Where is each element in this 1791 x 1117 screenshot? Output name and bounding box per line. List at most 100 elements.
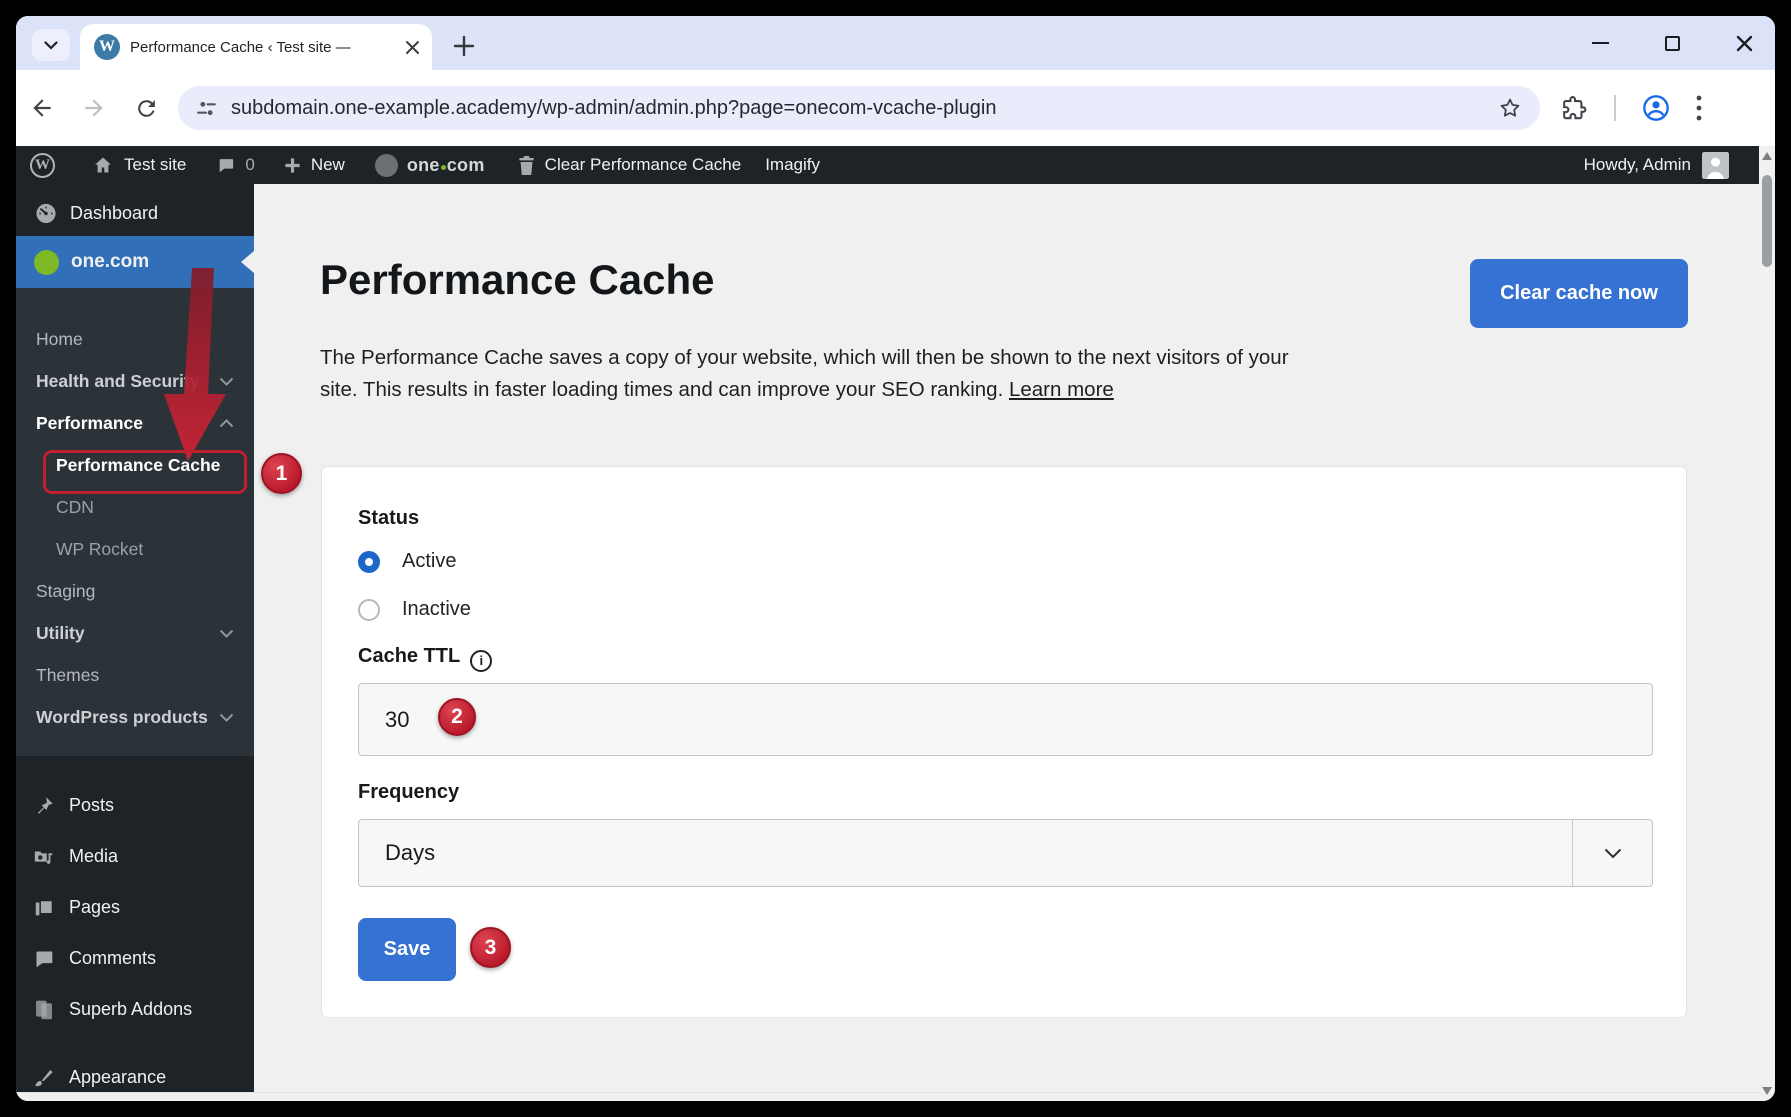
comment-count: 0 bbox=[245, 155, 254, 175]
page-title: Performance Cache bbox=[320, 256, 715, 304]
info-icon[interactable]: i bbox=[470, 650, 492, 672]
plus-icon bbox=[453, 35, 475, 57]
save-button[interactable]: Save bbox=[358, 918, 456, 981]
reload-icon bbox=[134, 96, 159, 121]
trash-icon bbox=[517, 155, 536, 176]
tab-close-icon[interactable] bbox=[405, 40, 420, 55]
frequency-value: Days bbox=[359, 840, 1572, 866]
admin-bar-clear-cache[interactable]: Clear Performance Cache bbox=[517, 155, 742, 176]
frequency-label: Frequency bbox=[358, 781, 459, 804]
reload-button[interactable] bbox=[120, 96, 172, 121]
onecom-logo-icon bbox=[375, 154, 398, 177]
cache-ttl-input[interactable] bbox=[358, 683, 1653, 756]
sidebar-item-posts[interactable]: Posts bbox=[16, 780, 254, 831]
sidebar-item-dashboard[interactable]: Dashboard bbox=[16, 190, 254, 236]
dashboard-icon bbox=[34, 202, 58, 225]
admin-bar-account[interactable]: Howdy, Admin bbox=[1584, 152, 1759, 179]
admin-bar-comments[interactable]: 0 bbox=[216, 155, 254, 175]
sidebar-item-label: one.com bbox=[71, 251, 149, 273]
status-option-inactive[interactable]: Inactive bbox=[358, 598, 471, 621]
radio-unselected-icon[interactable] bbox=[358, 599, 380, 621]
address-bar[interactable]: subdomain.one-example.academy/wp-admin/a… bbox=[178, 86, 1540, 130]
select-chevron-zone[interactable] bbox=[1572, 820, 1652, 886]
profile-icon[interactable] bbox=[1642, 94, 1670, 122]
site-name: Test site bbox=[124, 155, 186, 175]
pushpin-icon bbox=[32, 795, 56, 817]
sidebar-item-label: Dashboard bbox=[70, 203, 158, 224]
wp-admin-bar: W Test site 0 New onecom Clear Performan… bbox=[16, 146, 1759, 184]
annotation-step-3: 3 bbox=[470, 927, 511, 968]
close-button[interactable] bbox=[1736, 35, 1753, 52]
learn-more-link[interactable]: Learn more bbox=[1009, 378, 1114, 401]
annotation-step-1: 1 bbox=[261, 453, 302, 494]
menu-kebab-icon[interactable] bbox=[1696, 95, 1702, 121]
bookmark-star-icon[interactable] bbox=[1498, 96, 1522, 120]
chevron-down-icon bbox=[1604, 848, 1622, 859]
comment-bubble-icon bbox=[216, 156, 236, 175]
sidebar-item-staging[interactable]: Staging bbox=[16, 570, 254, 612]
scroll-up-icon[interactable] bbox=[1759, 152, 1775, 160]
browser-tab[interactable]: W Performance Cache ‹ Test site — bbox=[80, 24, 432, 70]
comment-bubble-icon bbox=[32, 949, 56, 969]
onecom-green-icon bbox=[34, 250, 59, 275]
sidebar-item-wp-rocket[interactable]: WP Rocket bbox=[16, 528, 254, 570]
browser-titlebar: W Performance Cache ‹ Test site — bbox=[16, 16, 1775, 70]
chevron-down-icon bbox=[44, 41, 58, 50]
extensions-icon[interactable] bbox=[1562, 95, 1588, 121]
annotation-arrow bbox=[158, 268, 248, 464]
sidebar-item-wordpress-products[interactable]: WordPress products bbox=[16, 696, 254, 738]
frequency-select[interactable]: Days bbox=[358, 819, 1653, 887]
admin-bar-site-link[interactable]: Test site bbox=[91, 155, 186, 175]
radio-selected-icon[interactable] bbox=[358, 551, 380, 573]
onecom-label: onecom bbox=[407, 155, 485, 176]
annotation-box-step1 bbox=[43, 450, 247, 494]
wp-main-menu: Posts Media Pages Comments Superb Addons… bbox=[16, 756, 254, 1101]
maximize-button[interactable] bbox=[1665, 36, 1680, 51]
status-label: Status bbox=[358, 507, 419, 530]
chevron-down-icon bbox=[219, 713, 234, 722]
clear-cache-label: Clear Performance Cache bbox=[545, 155, 742, 175]
clear-cache-now-button[interactable]: Clear cache now bbox=[1470, 259, 1688, 328]
plus-icon bbox=[283, 156, 302, 175]
admin-bar-onecom[interactable]: onecom bbox=[375, 154, 485, 177]
status-option-active[interactable]: Active bbox=[358, 550, 456, 573]
sidebar-item-media[interactable]: Media bbox=[16, 831, 254, 882]
cache-ttl-label: Cache TTLi bbox=[358, 645, 492, 672]
avatar bbox=[1702, 152, 1729, 179]
tab-search-button[interactable] bbox=[32, 29, 70, 61]
settings-card: Status Active Inactive Cache TTLi Freque… bbox=[321, 466, 1687, 1018]
page-bottom-strip bbox=[16, 1092, 1759, 1101]
browser-window: W Performance Cache ‹ Test site — bbox=[16, 16, 1775, 1101]
page-scrollbar[interactable] bbox=[1759, 146, 1775, 1101]
sidebar-item-comments[interactable]: Comments bbox=[16, 933, 254, 984]
sidebar-item-pages[interactable]: Pages bbox=[16, 882, 254, 933]
back-arrow-icon bbox=[29, 95, 55, 121]
forward-arrow-icon bbox=[81, 95, 107, 121]
wp-logo-menu[interactable]: W bbox=[30, 153, 55, 178]
url-text[interactable]: subdomain.one-example.academy/wp-admin/a… bbox=[231, 97, 1498, 120]
paintbrush-icon bbox=[32, 1066, 56, 1089]
scroll-down-icon[interactable] bbox=[1759, 1087, 1775, 1095]
back-button[interactable] bbox=[16, 95, 68, 121]
pages-icon bbox=[32, 897, 56, 919]
sidebar-item-themes[interactable]: Themes bbox=[16, 654, 254, 696]
new-tab-button[interactable] bbox=[450, 32, 478, 60]
sidebar-item-utility[interactable]: Utility bbox=[16, 612, 254, 654]
site-controls-icon[interactable] bbox=[196, 98, 217, 119]
toolbar-divider bbox=[1614, 95, 1616, 121]
home-icon bbox=[91, 155, 115, 175]
media-icon bbox=[32, 846, 56, 868]
tab-title: Performance Cache ‹ Test site — bbox=[130, 39, 395, 56]
scrollbar-thumb[interactable] bbox=[1762, 175, 1772, 267]
wordpress-logo-icon: W bbox=[30, 153, 55, 178]
green-dot-icon bbox=[441, 165, 446, 170]
wordpress-favicon-icon: W bbox=[94, 34, 120, 60]
new-label: New bbox=[311, 155, 345, 175]
imagify-label: Imagify bbox=[765, 155, 820, 175]
admin-bar-new[interactable]: New bbox=[283, 155, 345, 175]
minimize-button[interactable] bbox=[1592, 42, 1609, 45]
sidebar-item-superb-addons[interactable]: Superb Addons bbox=[16, 984, 254, 1035]
annotation-step-2: 2 bbox=[438, 698, 476, 736]
forward-button[interactable] bbox=[68, 95, 120, 121]
admin-bar-imagify[interactable]: Imagify bbox=[765, 155, 820, 175]
